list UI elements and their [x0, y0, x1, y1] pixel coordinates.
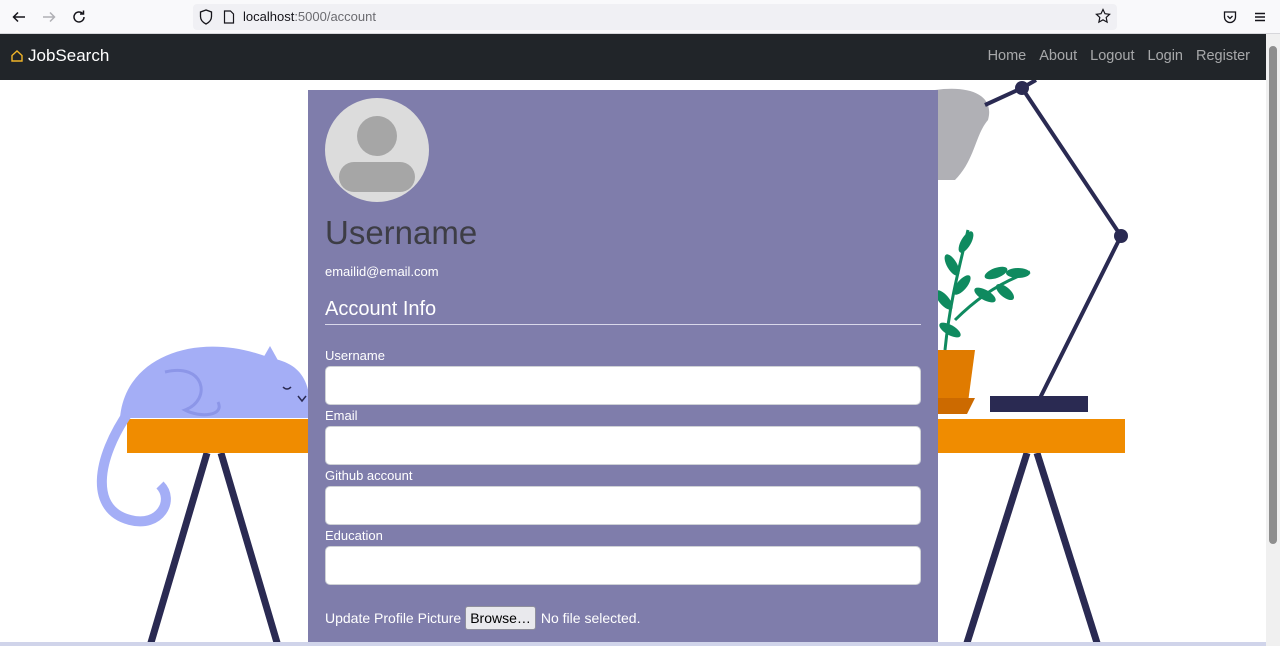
- email-label: Email: [325, 408, 358, 423]
- nav-login[interactable]: Login: [1148, 48, 1183, 64]
- back-icon[interactable]: [8, 6, 30, 28]
- email-field[interactable]: [325, 426, 921, 465]
- page-scrollbar[interactable]: [1266, 34, 1280, 646]
- shield-icon[interactable]: [199, 9, 213, 25]
- account-card: Username emailid@email.com Account Info …: [308, 90, 938, 646]
- menu-icon[interactable]: [1249, 6, 1271, 28]
- github-label: Github account: [325, 468, 413, 483]
- left-desk: [127, 419, 317, 646]
- file-status: No file selected.: [540, 610, 641, 626]
- potted-plant: [935, 229, 1031, 414]
- user-icon: [339, 116, 415, 192]
- home-icon: [11, 50, 23, 62]
- username-field[interactable]: [325, 366, 921, 405]
- nav-links: Home About Logout Login Register: [988, 48, 1250, 64]
- page-icon: [223, 10, 235, 24]
- education-label: Education: [325, 528, 383, 543]
- profile-username: Username: [325, 214, 478, 251]
- nav-logout[interactable]: Logout: [1090, 48, 1134, 64]
- nav-about[interactable]: About: [1039, 48, 1077, 64]
- browser-toolbar: localhost:5000/account: [0, 0, 1280, 34]
- nav-home[interactable]: Home: [988, 48, 1027, 64]
- education-field[interactable]: [325, 546, 921, 585]
- profile-email: emailid@email.com: [325, 264, 439, 279]
- browse-button[interactable]: Browse…: [465, 606, 536, 630]
- upload-label: Update Profile Picture: [325, 610, 462, 626]
- section-divider: [325, 324, 921, 325]
- profile-picture-upload: Update Profile Picture Browse… No file s…: [325, 606, 640, 630]
- star-icon[interactable]: [1095, 8, 1111, 24]
- nav-register[interactable]: Register: [1196, 48, 1250, 64]
- right-desk: [935, 419, 1125, 646]
- url-text[interactable]: localhost:5000/account: [243, 9, 376, 24]
- username-label: Username: [325, 348, 385, 363]
- github-field[interactable]: [325, 486, 921, 525]
- section-title: Account Info: [325, 298, 437, 320]
- scroll-thumb[interactable]: [1269, 46, 1277, 544]
- profile-avatar: [325, 98, 429, 202]
- address-bar[interactable]: localhost:5000/account: [193, 4, 1117, 30]
- brand-name: JobSearch: [28, 46, 110, 65]
- pocket-icon[interactable]: [1219, 6, 1241, 28]
- navbar: JobSearch Home About Logout Login Regist…: [0, 34, 1266, 80]
- brand-link[interactable]: JobSearch: [10, 46, 109, 66]
- bottom-strip: [0, 642, 1266, 646]
- reload-icon[interactable]: [68, 6, 90, 28]
- forward-icon[interactable]: [38, 6, 60, 28]
